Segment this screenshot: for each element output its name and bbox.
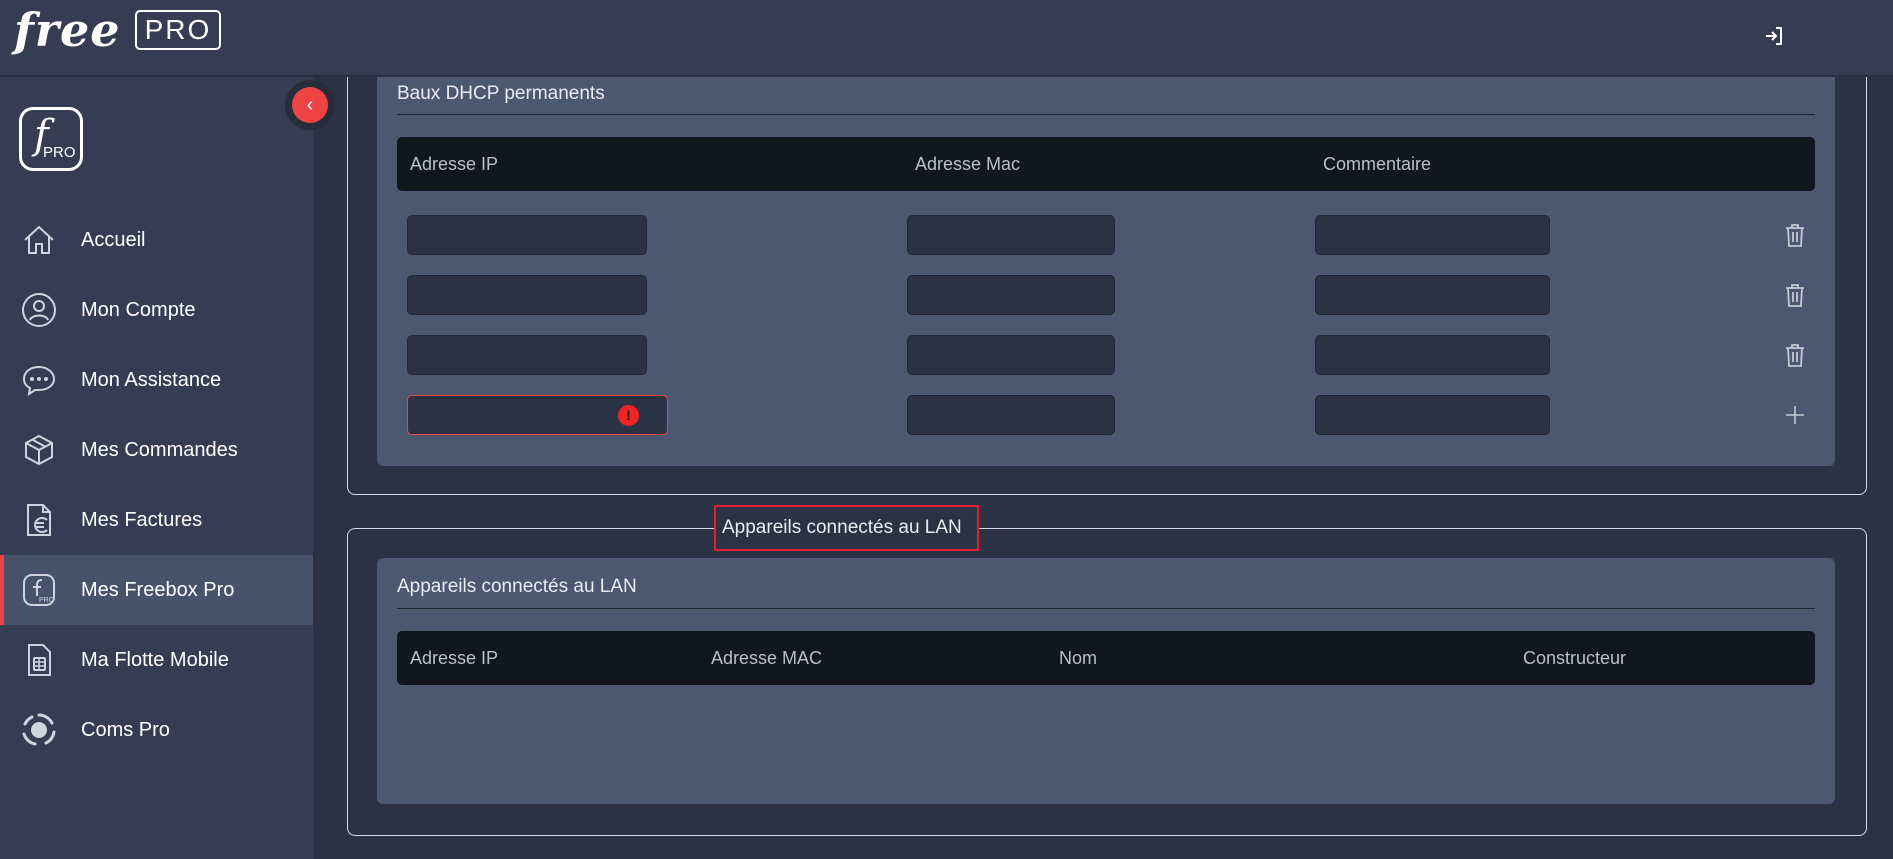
sidebar-item-label: Mon Compte xyxy=(81,298,196,321)
user-icon xyxy=(22,293,56,327)
dhcp-mac-input[interactable] xyxy=(907,395,1115,435)
logo-badge: PRO xyxy=(134,10,222,50)
box-icon xyxy=(25,434,53,466)
sidebar-collapse-button[interactable]: ‹ xyxy=(285,80,335,130)
chat-icon xyxy=(22,365,56,397)
error-icon: ! xyxy=(618,405,639,426)
column-header: Constructeur xyxy=(1523,648,1627,668)
invoice-euro-icon xyxy=(27,504,51,536)
column-header: Adresse Mac xyxy=(915,154,1021,174)
lan-table-header: Adresse IP Adresse MAC Nom Constructeur xyxy=(397,631,1815,685)
trash-icon[interactable] xyxy=(1783,282,1807,308)
sidebar-item-label: Mes Factures xyxy=(81,508,203,531)
sidebar-logo-sub: PRO xyxy=(43,144,76,161)
column-header: Commentaire xyxy=(1323,154,1432,174)
sidebar-item-mon-compte[interactable]: Mon Compte xyxy=(0,275,313,345)
sidebar-item-label: Mon Assistance xyxy=(81,368,222,391)
trash-icon[interactable] xyxy=(1783,222,1807,248)
dhcp-mac-input[interactable] xyxy=(907,275,1115,315)
divider xyxy=(397,114,1815,115)
sidebar-item-mon-assistance[interactable]: Mon Assistance xyxy=(0,345,313,415)
dhcp-card: Baux DHCP permanents Adresse IP Adresse … xyxy=(377,77,1835,466)
sidebar-item-label: Mes Commandes xyxy=(81,438,238,461)
column-header: Adresse IP xyxy=(410,648,499,668)
logo-text: free xyxy=(14,3,121,57)
dhcp-ip-input[interactable] xyxy=(407,275,647,315)
lan-card: Appareils connectés au LAN Adresse IP Ad… xyxy=(377,558,1835,804)
sim-card-icon xyxy=(28,644,51,676)
logout-icon[interactable] xyxy=(1762,24,1786,48)
column-header: Nom xyxy=(1059,648,1098,668)
sidebar-item-mes-factures[interactable]: Mes Factures xyxy=(0,485,313,555)
home-icon xyxy=(24,225,54,254)
freebox-pro-icon: PRO xyxy=(23,574,55,606)
dhcp-comment-input[interactable] xyxy=(1315,335,1550,375)
sidebar-item-ma-flotte-mobile[interactable]: Ma Flotte Mobile xyxy=(0,625,313,695)
plus-icon[interactable] xyxy=(1783,402,1807,428)
sidebar-item-mes-freebox-pro[interactable]: PRO Mes Freebox Pro xyxy=(0,555,313,625)
sidebar: f PRO Accueil Mon Compte Mon Assistance xyxy=(0,77,313,859)
dhcp-mac-input[interactable] xyxy=(907,335,1115,375)
dhcp-ip-input[interactable] xyxy=(407,335,647,375)
divider xyxy=(397,608,1815,609)
column-header: Adresse MAC xyxy=(711,648,823,668)
lan-title: Appareils connectés au LAN xyxy=(397,576,637,597)
top-bar: free PRO xyxy=(0,0,1893,76)
free-pro-logo[interactable]: free PRO xyxy=(14,3,222,57)
coms-pro-icon xyxy=(22,713,56,746)
chevron-left-icon: ‹ xyxy=(292,87,328,123)
dhcp-mac-input[interactable] xyxy=(907,215,1115,255)
main-content[interactable]: Baux DHCP permanents Adresse IP Adresse … xyxy=(313,77,1893,859)
sidebar-item-label: Coms Pro xyxy=(81,718,170,741)
lan-fieldset-legend: Appareils connectés au LAN xyxy=(714,505,979,551)
column-header: Adresse IP xyxy=(410,154,499,174)
dhcp-table-header: Adresse IP Adresse Mac Commentaire xyxy=(397,137,1815,191)
dhcp-comment-input[interactable] xyxy=(1315,275,1550,315)
lan-legend-label: Appareils connectés au LAN xyxy=(722,517,962,538)
dhcp-ip-input-error[interactable]: ! xyxy=(407,395,668,435)
dhcp-title: Baux DHCP permanents xyxy=(397,83,605,104)
sidebar-item-mes-commandes[interactable]: Mes Commandes xyxy=(0,415,313,485)
sidebar-item-label: Ma Flotte Mobile xyxy=(81,648,229,671)
dhcp-comment-input[interactable] xyxy=(1315,395,1550,435)
sidebar-item-coms-pro[interactable]: Coms Pro xyxy=(0,695,313,765)
sidebar-item-accueil[interactable]: Accueil xyxy=(0,205,313,275)
sidebar-item-label: Accueil xyxy=(81,228,146,251)
dhcp-comment-input[interactable] xyxy=(1315,215,1550,255)
sidebar-logo: f PRO xyxy=(19,107,83,171)
sidebar-nav: Accueil Mon Compte Mon Assistance Mes Co… xyxy=(0,205,313,765)
dhcp-ip-input[interactable] xyxy=(407,215,647,255)
sidebar-item-label: Mes Freebox Pro xyxy=(81,578,235,601)
trash-icon[interactable] xyxy=(1783,342,1807,368)
svg-text:PRO: PRO xyxy=(39,597,55,604)
